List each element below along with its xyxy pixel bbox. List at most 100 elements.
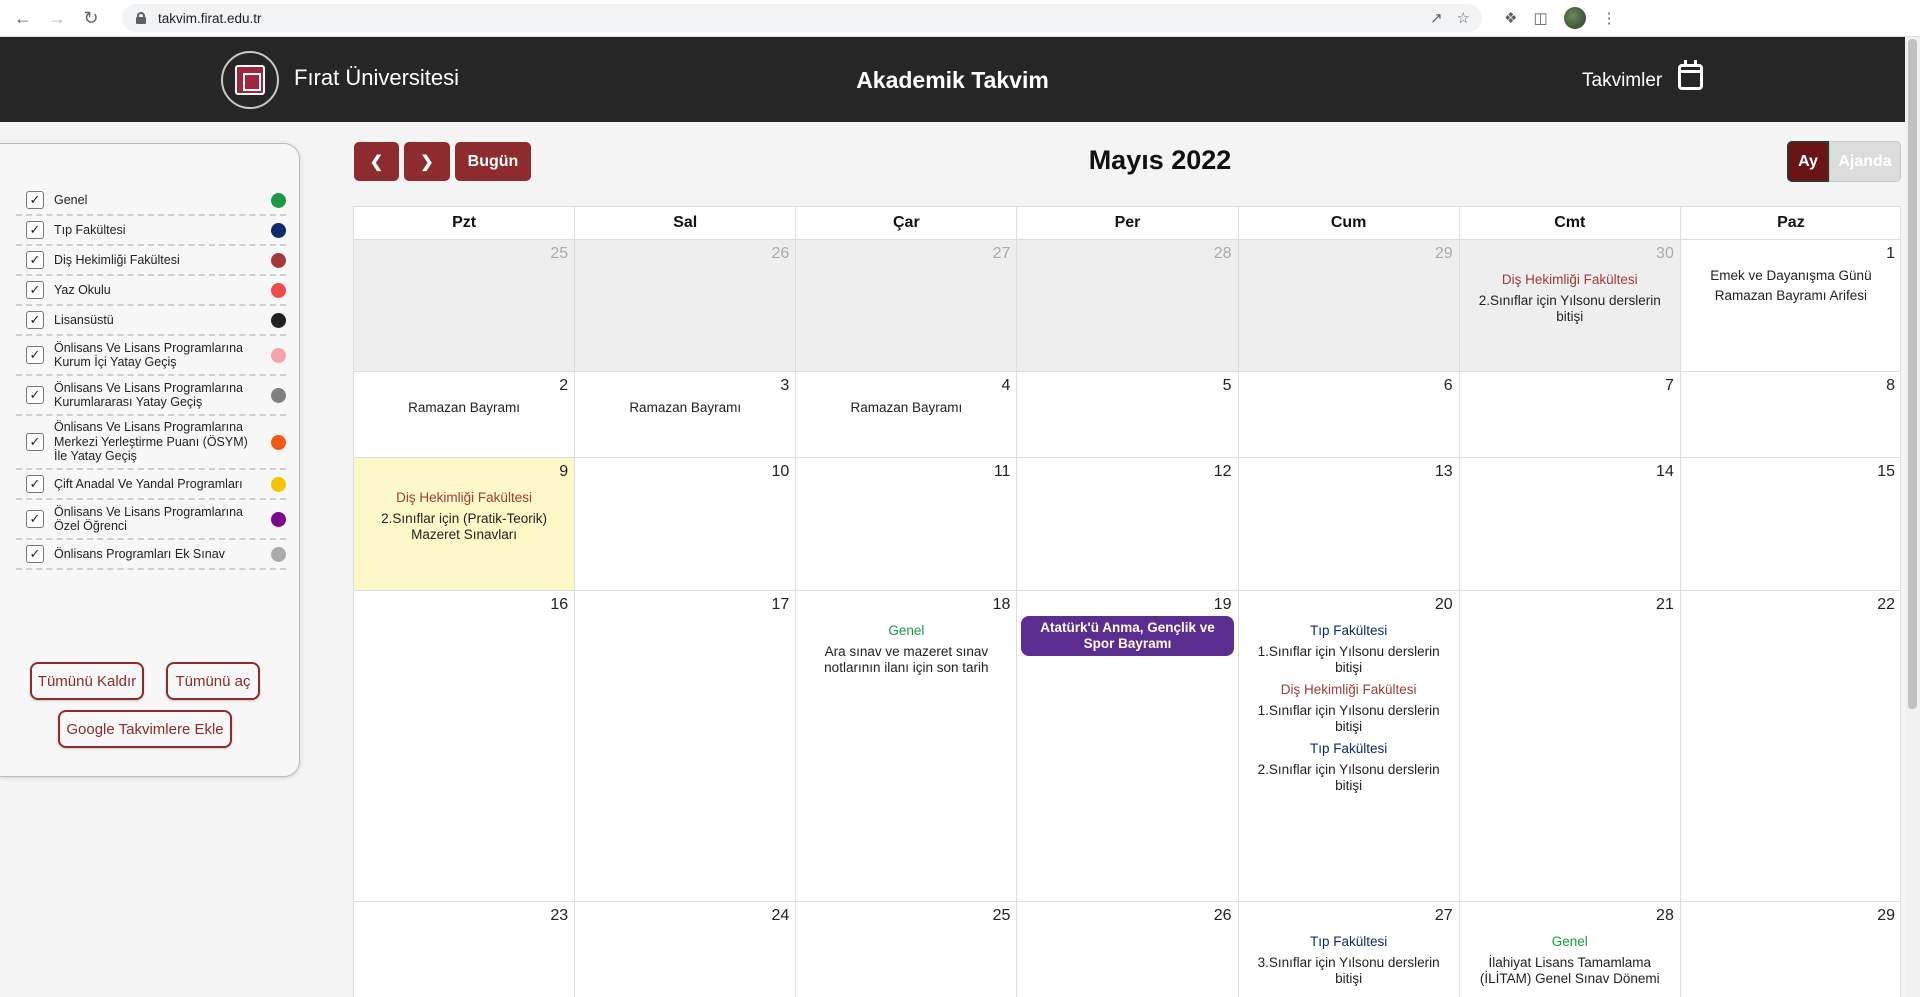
day-number[interactable]: 24 [771, 907, 789, 925]
day-number[interactable]: 4 [1002, 377, 1011, 395]
day-number[interactable]: 12 [1214, 463, 1232, 481]
filter-item[interactable]: ✓ Diş Hekimliği Fakültesi [16, 246, 286, 276]
day-cell[interactable]: 2 Ramazan Bayramı [354, 372, 576, 458]
university-name[interactable]: Fırat Üniversitesi [294, 65, 459, 91]
day-cell[interactable]: 9 Diş Hekimliği Fakültesi 2.Sınıflar için … [354, 458, 576, 591]
event-description[interactable]: Ara sınav ve mazeret sınav notlarının il… [800, 644, 1012, 676]
uncheck-all-button[interactable]: Tümünü Kaldır [30, 662, 144, 700]
event-description[interactable]: Ramazan Bayramı [358, 400, 570, 416]
add-google-calendar-button[interactable]: Google Takvimlere Ekle [58, 710, 232, 748]
check-all-button[interactable]: Tümünü aç [166, 662, 260, 700]
event-description[interactable]: Ramazan Bayramı [579, 400, 791, 416]
event-category[interactable]: Genel [800, 623, 1012, 638]
day-number[interactable]: 7 [1665, 377, 1674, 395]
filter-checkbox[interactable]: ✓ [26, 251, 44, 269]
day-number[interactable]: 21 [1656, 596, 1674, 614]
day-number[interactable]: 27 [1435, 907, 1453, 925]
day-cell[interactable]: 28 [1017, 240, 1239, 372]
agenda-view-button[interactable]: Ajanda [1829, 141, 1901, 182]
day-number[interactable]: 6 [1444, 377, 1453, 395]
event-description[interactable]: 3.Sınıflar için Yılsonu derslerin bitişi [1243, 955, 1455, 987]
day-cell[interactable]: 4 Ramazan Bayramı [796, 372, 1018, 458]
address-bar[interactable]: takvim.firat.edu.tr ↗ ☆ [122, 4, 1482, 32]
day-number[interactable]: 2 [559, 377, 568, 395]
filter-item[interactable]: ✓ Lisansüstü [16, 306, 286, 336]
day-number[interactable]: 11 [994, 463, 1011, 481]
day-cell[interactable]: 19 Atatürk'ü Anma, Gençlik ve Spor Bayram… [1017, 591, 1239, 902]
day-number[interactable]: 17 [771, 596, 789, 614]
event-category[interactable]: Diş Hekimliği Fakültesi [358, 490, 570, 505]
day-cell[interactable]: 21 [1459, 591, 1681, 902]
day-cell[interactable]: 30 Diş Hekimliği Fakültesi 2.Sınıflar için… [1459, 240, 1681, 372]
day-cell[interactable]: 20 Tıp Fakültesi 1.Sınıflar için Yılsonu d… [1238, 591, 1460, 902]
day-cell[interactable]: 23 [354, 902, 576, 997]
event-description[interactable]: 1.Sınıflar için Yılsonu derslerin bitişi [1243, 644, 1455, 676]
day-number[interactable]: 28 [1656, 907, 1674, 925]
day-number[interactable]: 3 [780, 377, 789, 395]
filter-checkbox[interactable]: ✓ [26, 281, 44, 299]
day-number[interactable]: 22 [1877, 596, 1895, 614]
event-pill[interactable]: Atatürk'ü Anma, Gençlik ve Spor Bayramı [1021, 616, 1234, 656]
day-cell[interactable]: 12 [1017, 458, 1239, 591]
day-cell[interactable]: 1 Emek ve Dayanışma Günü Ramazan Bayramı A… [1680, 240, 1900, 372]
day-cell[interactable]: 11 [796, 458, 1018, 591]
filter-checkbox[interactable]: ✓ [26, 386, 44, 404]
day-cell[interactable]: 28 Genel İlahiyat Lisans Tamamlama (İLİTAM… [1459, 902, 1681, 997]
share-icon[interactable]: ↗ [1430, 9, 1443, 27]
day-cell[interactable]: 17 [575, 591, 797, 902]
day-cell[interactable]: 5 [1017, 372, 1239, 458]
side-panel-icon[interactable]: ◫ [1533, 9, 1547, 27]
day-cell[interactable]: 22 [1680, 591, 1900, 902]
day-cell[interactable]: 18 Genel Ara sınav ve mazeret sınav notlar… [796, 591, 1018, 902]
filter-checkbox[interactable]: ✓ [26, 545, 44, 563]
calendar-icon[interactable] [1678, 60, 1703, 90]
day-number[interactable]: 8 [1886, 377, 1895, 395]
event-category[interactable]: Tıp Fakültesi [1243, 741, 1455, 756]
event-category[interactable]: Diş Hekimliği Fakültesi [1243, 682, 1455, 697]
day-number[interactable]: 30 [1656, 245, 1674, 263]
day-number[interactable]: 29 [1877, 907, 1895, 925]
day-number[interactable]: 23 [550, 907, 568, 925]
day-number[interactable]: 16 [550, 596, 568, 614]
day-number[interactable]: 26 [1214, 907, 1232, 925]
filter-item[interactable]: ✓ Tıp Fakültesi [16, 216, 286, 246]
day-number[interactable]: 25 [550, 245, 568, 263]
day-cell[interactable]: 24 [575, 902, 797, 997]
day-number[interactable]: 10 [771, 463, 789, 481]
day-cell[interactable]: 10 [575, 458, 797, 591]
today-button[interactable]: Bugün [455, 142, 531, 181]
filter-checkbox[interactable]: ✓ [26, 346, 44, 364]
day-cell[interactable]: 14 [1459, 458, 1681, 591]
event-category[interactable]: Genel [1464, 934, 1676, 949]
day-number[interactable]: 15 [1877, 463, 1895, 481]
filter-item[interactable]: ✓ Önlisans Ve Lisans Programlarına Özel Ö… [16, 500, 286, 540]
day-number[interactable]: 13 [1435, 463, 1453, 481]
day-number[interactable]: 18 [993, 596, 1011, 614]
day-number[interactable]: 1 [1886, 245, 1895, 263]
extensions-puzzle-icon[interactable]: ❖ [1504, 9, 1517, 27]
filter-item[interactable]: ✓ Önlisans Ve Lisans Programlarına Kuruml… [16, 376, 286, 416]
filter-item[interactable]: ✓ Yaz Okulu [16, 276, 286, 306]
day-number[interactable]: 19 [1214, 596, 1232, 614]
browser-menu-icon[interactable]: ⋮ [1602, 9, 1617, 27]
day-cell[interactable]: 25 [796, 902, 1018, 997]
event-description[interactable]: Emek ve Dayanışma Günü [1685, 268, 1897, 284]
university-logo[interactable] [221, 51, 279, 109]
filter-item[interactable]: ✓ Önlisans Ve Lisans Programlarına Kurum … [16, 336, 286, 376]
day-cell[interactable]: 26 [1017, 902, 1239, 997]
day-cell[interactable]: 3 Ramazan Bayramı [575, 372, 797, 458]
filter-item[interactable]: ✓ Önlisans Programları Ek Sınav [16, 540, 286, 570]
month-view-button[interactable]: Ay [1787, 141, 1829, 182]
day-cell[interactable]: 13 [1238, 458, 1460, 591]
bookmark-star-icon[interactable]: ☆ [1457, 9, 1470, 27]
day-cell[interactable]: 29 [1680, 902, 1900, 997]
day-cell[interactable]: 7 [1459, 372, 1681, 458]
event-description[interactable]: 2.Sınıflar için Yılsonu derslerin bitişi [1243, 762, 1455, 794]
prev-month-button[interactable]: ❮ [354, 142, 399, 181]
day-number[interactable]: 29 [1435, 245, 1453, 263]
event-description[interactable]: 2.Sınıflar için (Pratik-Teorik) Mazeret … [358, 511, 570, 543]
day-cell[interactable]: 6 [1238, 372, 1460, 458]
filter-checkbox[interactable]: ✓ [26, 191, 44, 209]
day-number[interactable]: 28 [1214, 245, 1232, 263]
filter-checkbox[interactable]: ✓ [26, 433, 44, 451]
